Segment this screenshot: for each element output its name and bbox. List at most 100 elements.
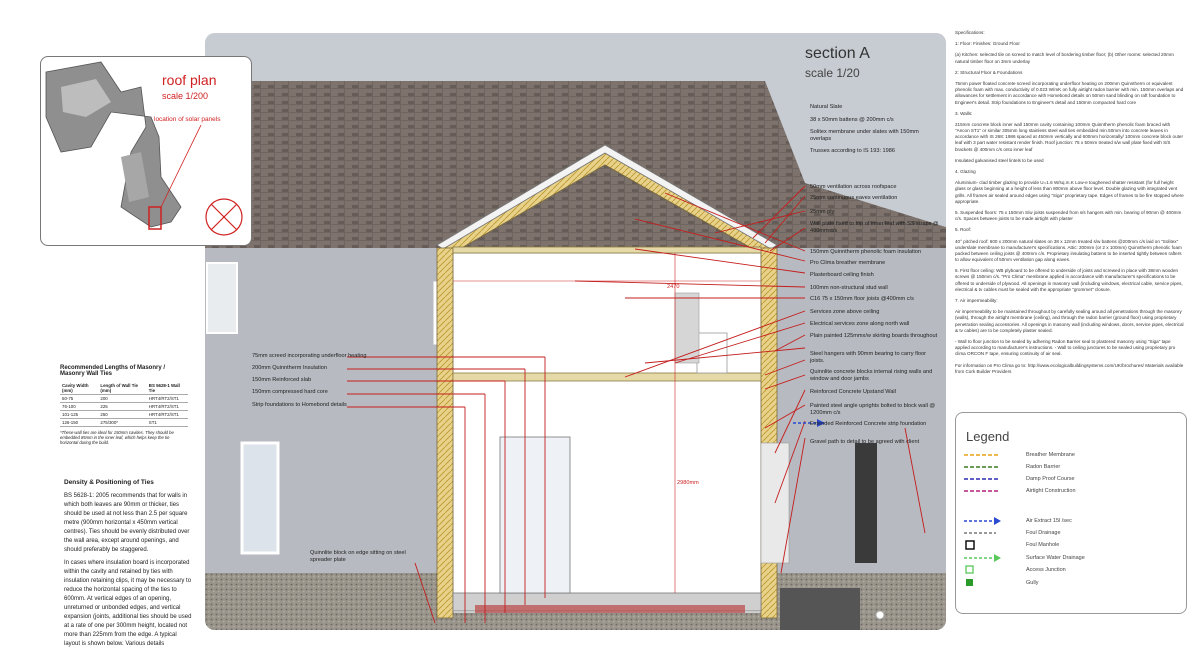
annotation-reinforced-slab: 150mm Reinforced slab	[252, 377, 312, 383]
background-window	[240, 441, 280, 555]
legend-item-air-extract: Air Extract 15l /sec	[1026, 518, 1072, 524]
annotation-strip-foundations: Strip foundations to Homebond details	[252, 402, 347, 408]
spec-text: 75mm power floated concrete screed incor…	[955, 80, 1184, 105]
annotation-gravel-path: Gravel path to detail to be agreed with …	[810, 439, 920, 445]
wall-tie-table-block: Recommended Lengths of Masonry / Masonry…	[60, 365, 188, 445]
spec-text: Insulated galvanised steel lintels to be…	[955, 157, 1044, 163]
annotation-battens: 38 x 50mm battens @ 200mm c/s	[810, 117, 894, 123]
annotation-stud-wall: 100mm non-structural stud wall	[810, 285, 888, 291]
table-header: Cavity Width (mm)	[60, 382, 99, 395]
table-cell: HRT4/RT2/ST1	[146, 410, 188, 419]
annotation-hard-core: 150mm compressed hard core	[252, 389, 328, 395]
table-cell: ST1	[146, 418, 188, 427]
annotation-plasterboard: Plasterboard ceiling finish	[810, 272, 874, 278]
legend-item-surface-water: Surface Water Drainage	[1026, 555, 1085, 561]
wall-tie-table: Cavity Width (mm) Length of Wall Tie (mm…	[60, 382, 188, 427]
roof-plan-inset: roof plan scale 1/200 location of solar …	[40, 56, 252, 246]
table-row: 50-75 200 HRT4/RT2/ST1	[60, 394, 188, 403]
legend-item-dpc: Damp Proof Course	[1026, 476, 1075, 482]
section-title: section A	[805, 45, 870, 62]
annotation-electrical-zone: Electrical services zone along north wal…	[810, 321, 910, 327]
annotation-upstand-wall: Reinforced Concrete Upstand Wall	[810, 389, 896, 395]
spec-title: 1: Floor: Finishes: Ground Floor	[955, 41, 1020, 47]
legend-swatches	[964, 454, 1001, 586]
annotation-skirting: Plain painted 125mmx/w skirting boards t…	[810, 333, 938, 339]
legend-item-breather: Breather Membrane	[1026, 452, 1075, 458]
table-cell: 225	[98, 402, 147, 411]
spec-title: 4. Glazing	[955, 169, 976, 174]
roof-plan-title: roof plan	[162, 72, 217, 88]
density-block: Density & Positioning of Ties BS 5628-1:…	[64, 478, 192, 653]
table-cell: 275/300*	[98, 418, 147, 427]
roof-plan-scale: scale 1/200	[162, 91, 209, 101]
annotation-natural-slate: Natural Slate	[810, 104, 843, 110]
annotation-wall-plate: Wall plate fixed to top of inner leaf wi…	[810, 221, 939, 234]
spec-title: 7. Air impermeability:	[955, 298, 998, 303]
table-header: BS 5628-1 Wall Tie	[146, 382, 188, 395]
annotation-floor-joists: C16 75 x 150mm floor joists @400mm c/s	[810, 296, 914, 302]
background-window	[206, 262, 238, 334]
table-cell: 101-125	[60, 410, 99, 419]
spec-text: (a) Kitchen: selected tile on screed to …	[955, 52, 1174, 64]
legend-item-radon: Radon Barrier	[1026, 464, 1061, 470]
spec-title: 5. Roof:	[955, 227, 972, 233]
table-cell: HRT4/RT2/ST1	[146, 402, 188, 411]
spec-text: 40° pitched roof: 600 x 200mm natural sl…	[955, 238, 1182, 263]
drain-pit	[780, 588, 860, 630]
spec-text: For information on Pro Clima go to: http…	[955, 362, 1184, 374]
legend-item-foul-drainage: Foul Drainage	[1026, 530, 1061, 536]
table-cell: 200	[98, 394, 147, 403]
spec-text: - Wall to floor junction to be sealed by…	[955, 338, 1176, 357]
spec-title: 5. Suspended floors: 75 x 150mm S/w jois…	[955, 209, 1182, 222]
section-scale: scale 1/20	[805, 66, 860, 80]
downpipe	[855, 443, 877, 563]
annotation-ventilation: 50mm ventilation across roofspace	[810, 184, 897, 190]
dimension-label: 2470	[667, 284, 680, 290]
annotation-solitex: Solitex membrane under slates with 150mm…	[810, 129, 919, 142]
spec-text: Aluminium- clad timber glazing to provid…	[955, 180, 1184, 204]
spec-heading: Specifications:	[955, 30, 985, 35]
annotation-trusses: Trusses according to IS 193: 1986	[810, 148, 895, 154]
table-row: 101-125 250 HRT4/RT2/ST1	[60, 410, 188, 419]
table-row: 126-150 275/300* ST1	[60, 418, 188, 427]
legend-item-gully: Gully	[1026, 580, 1039, 586]
table-cell: 76-100	[60, 402, 99, 411]
annotation-steel-hangers: Steel hangers with 90mm bearing to carry…	[810, 351, 926, 364]
manhole-marker	[875, 610, 885, 620]
table-cell: 126-150	[60, 418, 99, 427]
specifications-block: Specifications: 1: Floor: Finishes: Grou…	[955, 30, 1185, 380]
annotation-ply: 25mm ply	[810, 209, 835, 215]
spec-title: 3. Walls:	[955, 110, 973, 116]
table-cell: 250	[98, 410, 147, 419]
annotation-quinnlite-blocks: Quinnlite concrete blocks internal risin…	[810, 369, 933, 382]
annotation-screed: 75mm screed incorporating underfloor hea…	[252, 353, 367, 359]
annotation-eaves-ventilation: 25mm continuous eaves ventilation	[810, 195, 898, 201]
dimension-label: 2980mm	[677, 480, 699, 486]
legend-box: Legend Breather Membrane Radon Barrier D…	[955, 412, 1187, 614]
annotation-strip-foundation: Extended Reinforced Concrete strip found…	[810, 421, 927, 427]
annotation-pro-clima: Pro Clima breather membrane	[810, 260, 886, 266]
annotation-quinnlite-spreader: Quinnlite block on edge sitting on steel…	[310, 550, 406, 563]
annotation-steel-angle: Painted steel angle uprights bolted to b…	[810, 403, 936, 416]
spec-text: 6. First floor ceiling: WB plyboard to b…	[955, 268, 1183, 292]
table-row: 76-100 225 HRT4/RT2/ST1	[60, 402, 188, 411]
density-paragraph: In cases where insulation board is incor…	[64, 559, 192, 647]
annotation-insulation-200: 200mm Quinntherm Insulation	[252, 365, 327, 371]
spec-text: 215mm concrete block inner wall 150mm ca…	[955, 121, 1184, 152]
solar-panels-label: location of solar panels	[154, 116, 221, 123]
annotation-quinntherm: 150mm Quinntherm phenolic foam insulatio…	[810, 249, 922, 255]
density-title: Density & Positioning of Ties	[64, 479, 154, 486]
table-cell: HRT4/RT2/ST1	[146, 394, 188, 403]
table-header-row: Cavity Width (mm) Length of Wall Tie (mm…	[60, 382, 188, 395]
table-header: Length of Wall Tie (mm)	[98, 382, 147, 395]
roof-plan-drawing	[45, 61, 243, 236]
spec-text: Air impermeability to be maintained thro…	[955, 309, 1184, 333]
legend-item-foul-manhole: Foul Manhole	[1026, 542, 1060, 548]
density-paragraph: BS 5628-1: 2005 recommends that for wall…	[64, 492, 190, 553]
table-cell: 50-75	[60, 394, 99, 403]
legend-item-access-junction: Access Junction	[1026, 567, 1066, 573]
wall-tie-note: *These wall ties are ideal for 150mm cav…	[60, 430, 174, 445]
legend-item-airtight: Airtight Construction	[1026, 488, 1076, 494]
spec-title: 2: Structural Floor & Foundations	[955, 69, 1023, 75]
annotation-services-ceiling: Services zone above ceiling	[810, 309, 880, 315]
